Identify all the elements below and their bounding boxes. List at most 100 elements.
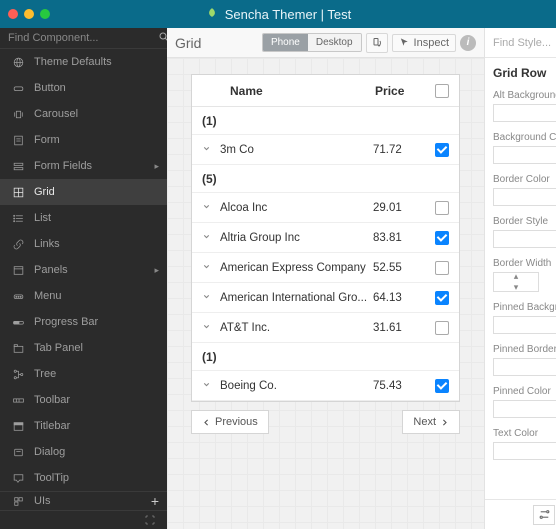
select-all-checkbox[interactable] bbox=[435, 84, 449, 98]
grid-preview: Name Price (1)3m Co71.72(5)Alcoa Inc29.0… bbox=[191, 74, 460, 402]
expand-icon[interactable] bbox=[192, 292, 220, 304]
table-row[interactable]: Alcoa Inc29.01 bbox=[192, 193, 459, 223]
previous-button[interactable]: Previous bbox=[191, 410, 269, 434]
property-alt-background-color: Alt Background Color bbox=[493, 90, 556, 122]
sidebar-item-theme-defaults[interactable]: Theme Defaults bbox=[0, 49, 167, 75]
sidebar-item-tab-panel[interactable]: Tab Panel bbox=[0, 335, 167, 361]
sidebar-item-titlebar[interactable]: Titlebar bbox=[0, 413, 167, 439]
column-header-name[interactable]: Name bbox=[220, 84, 365, 98]
row-checkbox[interactable] bbox=[435, 291, 449, 305]
group-header[interactable]: (1) bbox=[192, 107, 459, 135]
desktop-button[interactable]: Desktop bbox=[308, 34, 361, 51]
chevron-right-icon bbox=[440, 418, 449, 427]
expand-icon[interactable] bbox=[192, 380, 220, 392]
row-checkbox[interactable] bbox=[435, 143, 449, 157]
table-row[interactable]: American Express Company52.55 bbox=[192, 253, 459, 283]
sidebar-item-form[interactable]: Form bbox=[0, 127, 167, 153]
sidebar: Theme Defaults Button Carousel FormForm Fie… bbox=[0, 28, 167, 529]
phone-button[interactable]: Phone bbox=[263, 34, 308, 51]
table-row[interactable]: 3m Co71.72 bbox=[192, 135, 459, 165]
sidebar-item-label: Carousel bbox=[34, 108, 159, 120]
row-checkbox[interactable] bbox=[435, 231, 449, 245]
sidebar-item-carousel[interactable]: Carousel bbox=[0, 101, 167, 127]
sidebar-item-panels[interactable]: Panels▸ bbox=[0, 257, 167, 283]
sidebar-item-form-fields[interactable]: Form Fields▸ bbox=[0, 153, 167, 179]
info-icon[interactable]: i bbox=[460, 35, 476, 51]
sidebar-item-tooltip[interactable]: ToolTip bbox=[0, 465, 167, 491]
column-header-price[interactable]: Price bbox=[365, 84, 425, 98]
sidebar-item-list[interactable]: List bbox=[0, 205, 167, 231]
sidebar-item-links[interactable]: Links bbox=[0, 231, 167, 257]
property-text-color: Text Color bbox=[493, 428, 556, 460]
sidebar-item-label: Toolbar bbox=[34, 394, 159, 406]
filter-view-button[interactable] bbox=[533, 505, 555, 525]
sidebar-item-grid[interactable]: Grid bbox=[0, 179, 167, 205]
form-fields-icon bbox=[8, 159, 28, 173]
expand-icon[interactable] bbox=[192, 322, 220, 334]
sidebar-item-tree[interactable]: Tree bbox=[0, 361, 167, 387]
panel-icon bbox=[8, 263, 28, 277]
sidebar-item-menu[interactable]: Menu bbox=[0, 283, 167, 309]
component-search-input[interactable] bbox=[0, 32, 158, 44]
group-header[interactable]: (1) bbox=[192, 343, 459, 371]
add-ui-icon[interactable]: + bbox=[151, 493, 159, 509]
select-input[interactable]: ▾ bbox=[493, 230, 556, 248]
row-checkbox[interactable] bbox=[435, 321, 449, 335]
color-input[interactable] bbox=[493, 442, 556, 460]
cell-price: 83.81 bbox=[373, 232, 425, 244]
preview-canvas: Name Price (1)3m Co71.72(5)Alcoa Inc29.0… bbox=[167, 58, 484, 529]
table-row[interactable]: American International Gro...64.13 bbox=[192, 283, 459, 313]
chevron-right-icon: ▸ bbox=[154, 265, 159, 276]
color-input[interactable] bbox=[493, 104, 556, 122]
cell-price: 71.72 bbox=[373, 144, 425, 156]
sidebar-item-uis[interactable]: UIs + bbox=[0, 491, 167, 510]
sidebar-item-button[interactable]: Button bbox=[0, 75, 167, 101]
cell-price: 31.61 bbox=[373, 322, 425, 334]
sidebar-item-toolbar[interactable]: Toolbar bbox=[0, 387, 167, 413]
progress-icon bbox=[8, 315, 28, 329]
table-row[interactable]: Altria Group Inc83.81 bbox=[192, 223, 459, 253]
sidebar-item-progress-bar[interactable]: Progress Bar bbox=[0, 309, 167, 335]
table-row[interactable]: AT&T Inc.31.61 bbox=[192, 313, 459, 343]
number-input[interactable]: ▴▾ bbox=[493, 272, 539, 292]
group-header[interactable]: (5) bbox=[192, 165, 459, 193]
table-row[interactable]: Boeing Co.75.43 bbox=[192, 371, 459, 401]
rotate-button[interactable] bbox=[366, 33, 388, 53]
sidebar-item-label: Titlebar bbox=[34, 420, 159, 432]
sidebar-item-dialog[interactable]: Dialog bbox=[0, 439, 167, 465]
row-checkbox[interactable] bbox=[435, 379, 449, 393]
device-segment: Phone Desktop bbox=[262, 33, 362, 52]
carousel-icon bbox=[8, 107, 28, 121]
expand-icon[interactable] bbox=[192, 202, 220, 214]
grid-icon bbox=[8, 185, 28, 199]
tooltip-icon bbox=[8, 471, 28, 485]
next-button[interactable]: Next bbox=[402, 410, 460, 434]
resize-handle-icon[interactable] bbox=[141, 511, 159, 529]
pager: Previous Next bbox=[191, 410, 460, 434]
preview-title: Grid bbox=[175, 35, 201, 51]
property-label: Text Color bbox=[493, 428, 556, 439]
tabs-icon bbox=[8, 341, 28, 355]
color-input[interactable] bbox=[493, 188, 556, 206]
row-checkbox[interactable] bbox=[435, 201, 449, 215]
expand-icon[interactable] bbox=[192, 232, 220, 244]
expand-icon[interactable] bbox=[192, 144, 220, 156]
menu-icon bbox=[8, 289, 28, 303]
color-input[interactable] bbox=[493, 146, 556, 164]
expand-icon[interactable] bbox=[192, 262, 220, 274]
chevron-right-icon: ▸ bbox=[154, 161, 159, 172]
property-label: Border Color bbox=[493, 174, 556, 185]
sidebar-item-label: Button bbox=[34, 82, 159, 94]
color-input[interactable] bbox=[493, 316, 556, 334]
sidebar-item-label: Panels bbox=[34, 264, 154, 276]
sidebar-item-label: Dialog bbox=[34, 446, 159, 458]
sidebar-item-label: Theme Defaults bbox=[34, 56, 159, 68]
toolbar-icon bbox=[8, 393, 28, 407]
list-icon bbox=[8, 211, 28, 225]
color-input[interactable] bbox=[493, 400, 556, 418]
style-search-input[interactable] bbox=[485, 37, 556, 49]
cell-name: AT&T Inc. bbox=[220, 322, 373, 334]
row-checkbox[interactable] bbox=[435, 261, 449, 275]
color-input[interactable] bbox=[493, 358, 556, 376]
inspect-button[interactable]: Inspect bbox=[392, 34, 456, 52]
